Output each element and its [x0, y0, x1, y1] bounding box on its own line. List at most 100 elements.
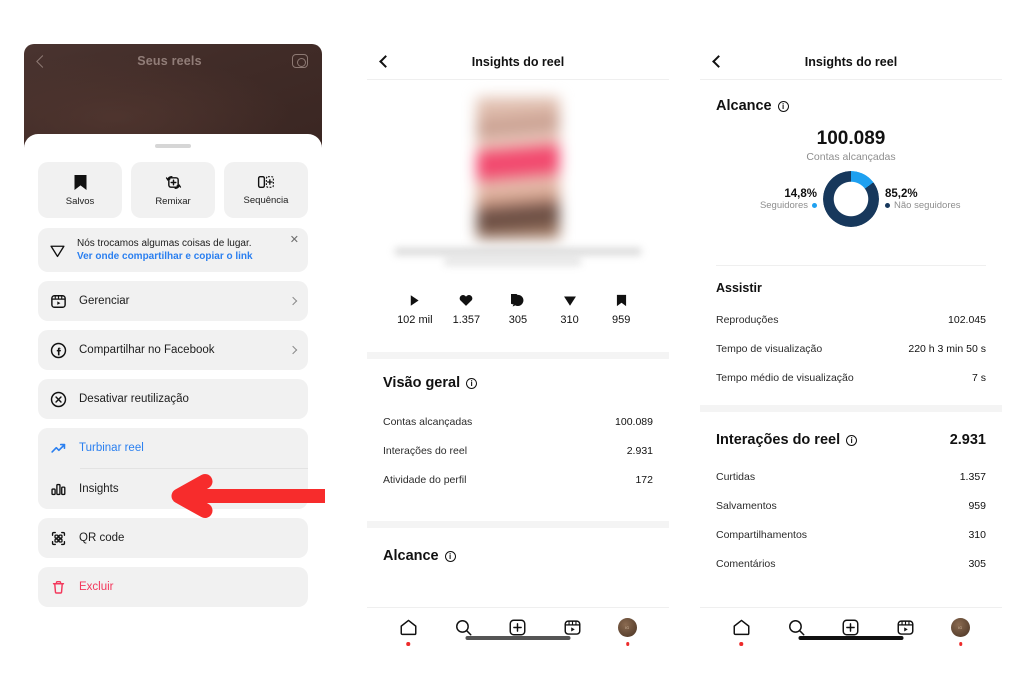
- nav-home[interactable]: [395, 615, 421, 646]
- info-icon[interactable]: i: [466, 377, 478, 389]
- row-excluir[interactable]: Excluir: [38, 567, 308, 607]
- legend-label: Não seguidores: [894, 199, 961, 211]
- info-icon[interactable]: i: [846, 434, 858, 446]
- chevron-right-icon: [288, 296, 298, 306]
- interactions-header: Interações do reel i 2.931: [716, 432, 986, 448]
- kv-label: Tempo de visualização: [716, 342, 823, 355]
- reach-section: Alcance i 100.089 Contas alcançadas 14,8…: [700, 98, 1002, 227]
- trash-icon: [52, 580, 65, 594]
- row-turbinar-reel[interactable]: Turbinar reel: [38, 428, 308, 468]
- watch-section: Assistir Reproduções 102.045 Tempo de vi…: [700, 281, 1002, 392]
- section-gap: [367, 521, 669, 528]
- kv-value: 7 s: [971, 371, 986, 384]
- kv-label: Tempo médio de visualização: [716, 371, 854, 384]
- kv-label: Interações do reel: [383, 444, 468, 457]
- legend-followers: 14,8% Seguidores: [725, 188, 817, 211]
- trending-up-icon: [51, 443, 66, 453]
- kv-row: Tempo de visualização 220 h 3 min 50 s: [716, 334, 986, 363]
- tile-salvos[interactable]: Salvos: [38, 162, 122, 218]
- relocation-banner: Nós trocamos algumas coisas de lugar. Ve…: [38, 228, 308, 272]
- bottom-sheet: Salvos Remixar Sequência Nós trocamos al…: [24, 134, 322, 691]
- kv-label: Contas alcançadas: [383, 415, 473, 428]
- info-icon[interactable]: i: [444, 550, 456, 562]
- section-title: Visão geral: [383, 375, 461, 391]
- notification-dot: [406, 642, 411, 646]
- tile-remixar[interactable]: Remixar: [131, 162, 215, 218]
- overview-section: Visão geral i Contas alcançadas 100.089 …: [367, 375, 669, 494]
- section-title: Interações do reel: [716, 432, 841, 448]
- home-indicator: [465, 636, 571, 640]
- reels-top-bar: Seus reels: [24, 44, 322, 78]
- tile-sequencia[interactable]: Sequência: [224, 162, 308, 218]
- chevron-right-icon: [288, 345, 298, 355]
- row-desativar-reutilizacao[interactable]: Desativar reutilização: [38, 379, 308, 419]
- kv-row: Contas alcançadas 100.089: [383, 407, 653, 436]
- reach-total-label: Contas alcançadas: [806, 151, 896, 163]
- section-header: Alcance i: [716, 98, 986, 114]
- kv-value: 2.931: [626, 444, 653, 457]
- stat-value: 959: [611, 314, 631, 326]
- phone-panel-insights-top: Insights do reel 102 mil 1.357 305 310 9…: [367, 0, 669, 691]
- banner-line-2-link[interactable]: Ver onde compartilhar e copiar o link: [77, 250, 253, 264]
- page-title: Insights do reel: [804, 54, 898, 69]
- row-label: Gerenciar: [79, 295, 130, 307]
- kv-value: 305: [968, 557, 986, 570]
- stat-value: 305: [508, 314, 528, 326]
- kv-label: Curtidas: [716, 470, 756, 483]
- info-icon[interactable]: i: [777, 100, 789, 112]
- kv-row: Tempo médio de visualização 7 s: [716, 363, 986, 392]
- close-icon[interactable]: ✕: [290, 235, 299, 246]
- kv-row: Reproduções 102.045: [716, 305, 986, 334]
- row-gerenciar[interactable]: Gerenciar: [38, 281, 308, 321]
- reels-icon: [897, 620, 914, 635]
- kv-row: Comentários 305: [716, 549, 986, 578]
- reels-page-title: Seus reels: [137, 54, 202, 68]
- row-compartilhar-facebook[interactable]: Compartilhar no Facebook: [38, 330, 308, 370]
- paper-plane-icon: [50, 245, 65, 257]
- legend-non-followers: 85,2% Não seguidores: [885, 188, 977, 211]
- interactions-rows: Curtidas 1.357 Salvamentos 959 Compartil…: [716, 462, 986, 578]
- play-icon: [411, 295, 419, 306]
- section-header: Visão geral i: [383, 375, 653, 391]
- reach-section-partial: Alcance i: [367, 548, 669, 564]
- create-plus-icon: [509, 619, 526, 636]
- divider: [716, 265, 986, 266]
- remix-icon: [165, 175, 181, 189]
- kv-row: Salvamentos 959: [716, 491, 986, 520]
- section-header: Alcance i: [383, 548, 653, 564]
- bar-chart-icon: [51, 483, 66, 495]
- sequence-icon: [257, 175, 274, 189]
- kv-label: Compartilhamentos: [716, 528, 808, 541]
- kv-label: Atividade do perfil: [383, 473, 467, 486]
- bottom-navbar: IG: [367, 607, 669, 647]
- legend-label-wrap: Não seguidores: [885, 200, 977, 211]
- kv-value: 1.357: [959, 470, 986, 483]
- home-icon: [400, 619, 417, 636]
- kv-row: Curtidas 1.357: [716, 462, 986, 491]
- tile-label: Sequência: [243, 195, 289, 206]
- overview-rows: Contas alcançadas 100.089 Interações do …: [383, 407, 653, 494]
- legend-label-wrap: Seguidores: [725, 200, 817, 211]
- kv-value: 100.089: [615, 415, 653, 428]
- nav-profile[interactable]: IG: [948, 615, 974, 646]
- kv-value: 959: [968, 499, 986, 512]
- nav-profile[interactable]: IG: [615, 615, 641, 646]
- row-label: Compartilhar no Facebook: [79, 344, 215, 356]
- legend-dot: [812, 202, 817, 208]
- stat-shares: 310: [544, 294, 596, 326]
- create-plus-icon: [842, 619, 859, 636]
- watch-rows: Reproduções 102.045 Tempo de visualizaçã…: [716, 305, 986, 392]
- kv-row: Atividade do perfil 172: [383, 465, 653, 494]
- facebook-icon: [50, 342, 67, 358]
- share-icon: [563, 296, 576, 306]
- phone-panel-insights-detail: Insights do reel Alcance i 100.089 Conta…: [700, 0, 1002, 691]
- search-icon: [788, 620, 805, 636]
- reel-thumbnail[interactable]: [476, 97, 560, 239]
- media-stats-row: 102 mil 1.357 305 310 959: [367, 294, 669, 326]
- legend-dot: [885, 202, 890, 208]
- comment-icon: [511, 294, 524, 307]
- nav-home[interactable]: [728, 615, 754, 646]
- section-title: Alcance: [716, 98, 772, 114]
- kv-row: Interações do reel 2.931: [383, 436, 653, 465]
- camera-icon[interactable]: [292, 54, 308, 68]
